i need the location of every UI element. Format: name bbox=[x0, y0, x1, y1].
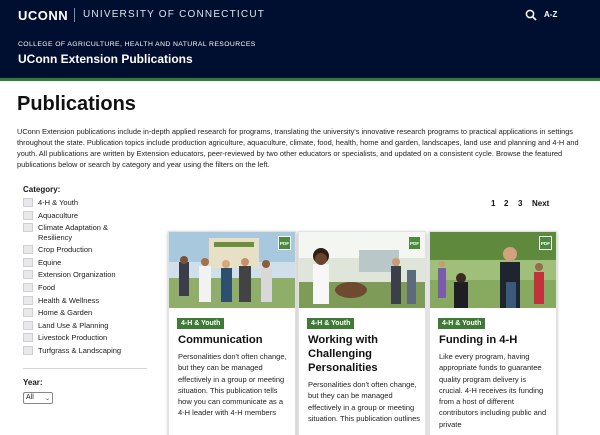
category-filter-heading: Category: bbox=[23, 185, 61, 194]
page-link-2[interactable]: 2 bbox=[504, 199, 508, 208]
uconn-logo[interactable]: UCONN bbox=[18, 8, 68, 23]
card-category-tag[interactable]: 4-H & Youth bbox=[177, 318, 225, 329]
site-title[interactable]: UConn Extension Publications bbox=[18, 52, 193, 66]
pdf-badge[interactable]: PDF bbox=[408, 236, 421, 250]
category-option[interactable]: Climate Adaptation & Resiliency bbox=[23, 223, 138, 242]
pdf-badge[interactable]: PDF bbox=[539, 236, 552, 250]
category-label: Turfgrass & Landscaping bbox=[38, 345, 122, 355]
logo-divider bbox=[74, 8, 75, 22]
category-label: Extension Organization bbox=[38, 270, 116, 280]
category-option[interactable]: Crop Production bbox=[23, 245, 138, 255]
category-checkbox[interactable] bbox=[23, 223, 33, 233]
category-checkbox[interactable] bbox=[23, 295, 33, 305]
category-option[interactable]: Extension Organization bbox=[23, 270, 138, 280]
publication-photo[interactable] bbox=[169, 232, 295, 308]
category-label: Health & Wellness bbox=[38, 295, 100, 305]
category-checkbox[interactable] bbox=[23, 345, 33, 355]
global-header: UCONN UNIVERSITY OF CONNECTICUT A-Z bbox=[0, 0, 600, 30]
card-category-tag[interactable]: 4-H & Youth bbox=[438, 318, 486, 329]
search-icon[interactable] bbox=[525, 9, 537, 21]
a-z-index-link[interactable]: A-Z bbox=[544, 10, 557, 19]
card-category-tag[interactable]: 4-H & Youth bbox=[307, 318, 355, 329]
category-option[interactable]: Health & Wellness bbox=[23, 295, 138, 305]
category-label: Climate Adaptation & Resiliency bbox=[38, 223, 109, 242]
card-description: Like every program, having appropriate f… bbox=[439, 352, 547, 429]
page-link-1[interactable]: 1 bbox=[491, 199, 495, 208]
card-title[interactable]: Working with Challenging Personalities bbox=[308, 334, 422, 375]
category-option[interactable]: Land Use & Planning bbox=[23, 320, 138, 330]
publication-photo[interactable] bbox=[299, 232, 425, 308]
category-label: Food bbox=[38, 282, 56, 292]
category-checkbox[interactable] bbox=[23, 308, 33, 318]
page-title: Publications bbox=[17, 93, 136, 115]
category-label: Aquaculture bbox=[38, 210, 79, 220]
card-title[interactable]: Communication bbox=[178, 334, 292, 348]
card-description: Personalities don't often change, but th… bbox=[178, 352, 287, 418]
category-checkbox[interactable] bbox=[23, 198, 33, 207]
year-select[interactable]: All ⌄ bbox=[23, 392, 53, 404]
category-label: Livestock Production bbox=[38, 333, 108, 343]
card-title[interactable]: Funding in 4-H bbox=[439, 334, 553, 348]
category-label: Crop Production bbox=[38, 245, 93, 255]
college-name[interactable]: COLLEGE OF AGRICULTURE, HEALTH AND NATUR… bbox=[18, 41, 256, 48]
pdf-badge[interactable]: PDF bbox=[278, 236, 291, 250]
card-description: Personalities don't often change, but th… bbox=[308, 380, 421, 423]
category-label: 4-H & Youth bbox=[38, 198, 79, 207]
category-option[interactable]: Turfgrass & Landscaping bbox=[23, 345, 138, 355]
category-option[interactable]: Equine bbox=[23, 257, 138, 267]
category-checkbox[interactable] bbox=[23, 210, 33, 220]
publication-card[interactable]: PDF 4-H & Youth Funding in 4-H Like ever… bbox=[429, 231, 557, 435]
category-label: Equine bbox=[38, 257, 62, 267]
category-label: Land Use & Planning bbox=[38, 320, 109, 330]
category-checkbox[interactable] bbox=[23, 320, 33, 330]
category-checkbox[interactable] bbox=[23, 245, 33, 255]
filter-divider bbox=[23, 368, 147, 369]
publication-photo[interactable] bbox=[430, 232, 556, 308]
chevron-down-icon: ⌄ bbox=[44, 396, 50, 402]
category-checkbox[interactable] bbox=[23, 333, 33, 343]
category-option[interactable]: Livestock Production bbox=[23, 333, 138, 343]
next-page-link[interactable]: Next bbox=[532, 199, 549, 208]
university-name[interactable]: UNIVERSITY OF CONNECTICUT bbox=[83, 9, 265, 20]
category-option[interactable]: Home & Garden bbox=[23, 308, 138, 318]
category-filter-list: 4-H & Youth Aquaculture Climate Adaptati… bbox=[23, 198, 138, 359]
category-option[interactable]: Aquaculture bbox=[23, 210, 138, 220]
category-option[interactable]: 4-H & Youth bbox=[23, 198, 138, 207]
page-link-3[interactable]: 3 bbox=[518, 199, 522, 208]
intro-paragraph: UConn Extension publications include in-… bbox=[17, 127, 579, 169]
publication-card[interactable]: PDF 4-H & Youth Working with Challenging… bbox=[298, 231, 426, 435]
category-label: Home & Garden bbox=[38, 308, 93, 318]
publication-card[interactable]: PDF 4-H & Youth Communication Personalit… bbox=[168, 231, 296, 435]
header-accent-rule bbox=[0, 78, 600, 81]
category-option[interactable]: Food bbox=[23, 282, 138, 292]
category-checkbox[interactable] bbox=[23, 282, 33, 292]
category-checkbox[interactable] bbox=[23, 257, 33, 267]
year-filter-heading: Year: bbox=[23, 378, 43, 387]
year-select-value: All bbox=[26, 394, 34, 401]
category-checkbox[interactable] bbox=[23, 270, 33, 280]
site-header: COLLEGE OF AGRICULTURE, HEALTH AND NATUR… bbox=[0, 30, 600, 78]
